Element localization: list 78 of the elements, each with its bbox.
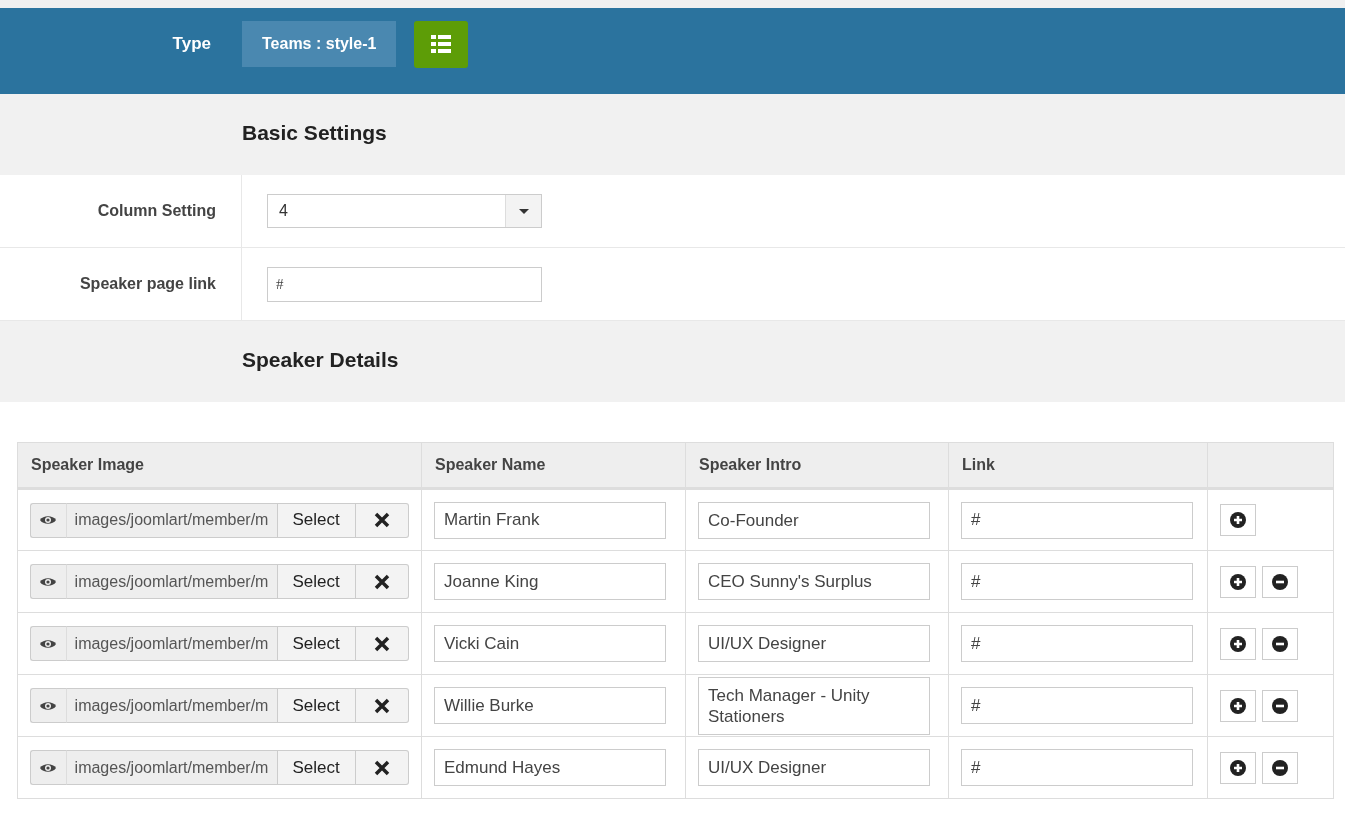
add-row-button[interactable]: [1220, 689, 1256, 722]
image-path-field[interactable]: images/joomlart/member/m: [65, 502, 278, 538]
clear-button[interactable]: [355, 626, 409, 661]
select-button[interactable]: Select: [277, 626, 356, 661]
name-input-field[interactable]: Martin Frank: [434, 501, 666, 539]
select-button[interactable]: Select: [277, 750, 356, 785]
add-row-button[interactable]: [1220, 751, 1256, 784]
remove-row-button[interactable]: [1262, 751, 1298, 784]
link-input-field[interactable]: #: [961, 563, 1193, 600]
close-icon: [373, 512, 390, 528]
image-path-field[interactable]: images/joomlart/member/m: [65, 626, 278, 661]
field-label: Speaker page link: [79, 275, 216, 293]
section-title: Basic Settings: [242, 120, 387, 145]
column-header: Speaker Image: [31, 456, 144, 473]
plus-circle-icon: [1230, 759, 1246, 776]
plus-circle-icon: [1230, 697, 1246, 714]
eye-icon: [40, 762, 57, 773]
clear-button[interactable]: [355, 688, 409, 723]
minus-circle-icon: [1272, 635, 1288, 652]
plus-circle-icon: [1230, 512, 1246, 528]
intro-input-field[interactable]: UI/UX Designer: [698, 749, 930, 786]
eye-icon: [40, 700, 57, 711]
field-label: Column Setting: [97, 202, 216, 220]
column-header: Link: [962, 456, 995, 473]
intro-input-field[interactable]: UI/UX Designer: [698, 625, 930, 662]
list-icon: [431, 35, 452, 53]
minus-circle-icon: [1272, 759, 1288, 776]
type-label: Type: [171, 34, 211, 54]
add-row-button[interactable]: [1220, 627, 1256, 660]
preview-button[interactable]: [30, 502, 66, 538]
select-button[interactable]: Select: [277, 688, 356, 723]
intro-input-field[interactable]: Tech Manager - Unity Stationers: [698, 676, 930, 735]
eye-icon: [40, 576, 57, 587]
preview-button[interactable]: [30, 688, 66, 723]
preview-button[interactable]: [30, 626, 66, 661]
add-row-button[interactable]: [1220, 504, 1256, 536]
minus-circle-icon: [1272, 697, 1288, 714]
name-input-field[interactable]: Joanne King: [434, 563, 666, 600]
layout-button[interactable]: [414, 20, 469, 68]
select-button[interactable]: Select: [277, 564, 356, 599]
link-input-field[interactable]: #: [267, 266, 542, 302]
image-path-field[interactable]: images/joomlart/member/m: [65, 750, 278, 785]
select-button[interactable]: Select: [277, 502, 356, 538]
section-title: Speaker Details: [242, 347, 399, 372]
clear-button[interactable]: [355, 564, 409, 599]
close-icon: [373, 573, 390, 590]
select-dropdown[interactable]: 4: [267, 194, 542, 228]
preview-button[interactable]: [30, 564, 66, 599]
image-path-field[interactable]: images/joomlart/member/m: [65, 688, 278, 723]
link-input-field[interactable]: #: [961, 749, 1193, 786]
preview-button[interactable]: [30, 750, 66, 785]
eye-icon: [40, 638, 57, 649]
minus-circle-icon: [1272, 573, 1288, 590]
close-icon: [373, 635, 390, 652]
eye-icon: [40, 515, 57, 525]
column-header: Speaker Intro: [699, 456, 802, 473]
close-icon: [373, 697, 390, 714]
remove-row-button[interactable]: [1262, 689, 1298, 722]
column-header: Speaker Name: [435, 456, 546, 473]
name-input-field[interactable]: Edmund Hayes: [434, 749, 666, 786]
name-input-field[interactable]: Vicki Cain: [434, 625, 666, 662]
link-input-field[interactable]: #: [961, 687, 1193, 724]
intro-input-field[interactable]: CEO Sunny's Surplus: [698, 563, 930, 600]
link-input-field[interactable]: #: [961, 501, 1193, 539]
remove-row-button[interactable]: [1262, 565, 1298, 598]
caret-icon: [518, 208, 529, 214]
image-path-field[interactable]: images/joomlart/member/m: [65, 564, 278, 599]
add-row-button[interactable]: [1220, 565, 1256, 598]
clear-button[interactable]: [355, 750, 409, 785]
plus-circle-icon: [1230, 573, 1246, 590]
link-input-field[interactable]: #: [961, 625, 1193, 662]
remove-row-button[interactable]: [1262, 627, 1298, 660]
clear-button[interactable]: [355, 502, 409, 538]
plus-circle-icon: [1230, 635, 1246, 652]
name-input-field[interactable]: Willie Burke: [434, 687, 666, 724]
close-icon: [373, 759, 390, 776]
intro-input-field[interactable]: Co-Founder: [698, 501, 930, 539]
type-value: Teams : style-1: [242, 21, 397, 67]
